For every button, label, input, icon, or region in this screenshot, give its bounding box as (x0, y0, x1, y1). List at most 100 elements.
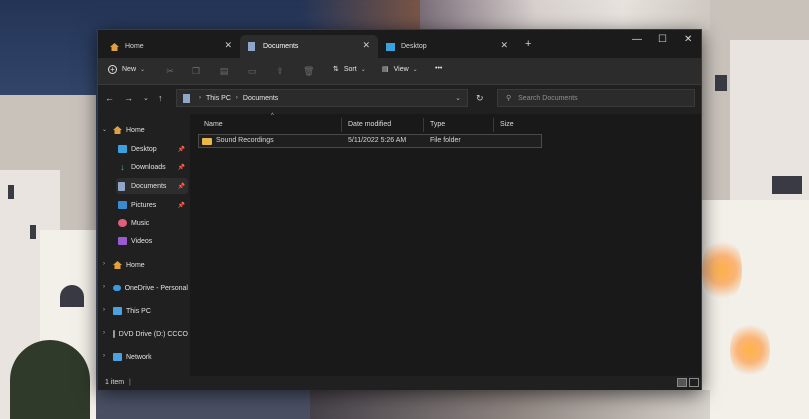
sidebar-item-videos[interactable]: Videos (118, 233, 188, 249)
sidebar-item-documents[interactable]: Documents 📌 (116, 178, 188, 194)
download-icon: ↓ (120, 162, 125, 172)
wallpaper-window (772, 176, 802, 194)
wallpaper-building (702, 200, 809, 419)
tab-label: Documents (263, 43, 299, 50)
delete-icon[interactable]: 🗑 (303, 66, 314, 76)
home-icon (110, 42, 119, 51)
sidebar-item-network[interactable]: Network (113, 349, 185, 365)
maximize-button[interactable]: ☐ (658, 34, 667, 45)
view-button[interactable]: ▤ View ⌄ (382, 65, 418, 74)
wallpaper-window (715, 75, 727, 91)
copy-icon[interactable]: ❐ (191, 66, 201, 76)
pc-icon (113, 307, 122, 315)
chevron-right-icon[interactable]: › (103, 307, 105, 313)
paste-icon[interactable]: ▤ (219, 66, 229, 76)
up-button[interactable]: ↑ (158, 93, 163, 103)
title-bar: Home ✕ Documents ✕ Desktop ✕ + — ☐ ✕ (98, 30, 701, 58)
folder-icon (202, 138, 212, 145)
status-divider: | (129, 379, 131, 386)
sidebar-item-label: Music (131, 219, 150, 227)
chevron-down-icon: ⌄ (360, 66, 366, 73)
chevron-right-icon[interactable]: › (103, 261, 105, 267)
column-header-name[interactable]: Name (198, 118, 342, 132)
dvd-icon (113, 330, 115, 338)
wallpaper-palm (10, 340, 90, 419)
minimize-button[interactable]: — (632, 34, 642, 45)
sidebar-item-music[interactable]: Music (118, 215, 188, 231)
sidebar-item-label: This PC (126, 307, 151, 315)
view-icon: ▤ (382, 66, 389, 73)
back-button[interactable]: ← (105, 93, 114, 103)
tab-home[interactable]: Home ✕ (102, 35, 240, 58)
onedrive-icon (113, 285, 121, 291)
home-icon (113, 261, 122, 269)
column-header-size[interactable]: Size (494, 118, 542, 132)
new-tab-button[interactable]: + (525, 38, 531, 50)
command-bar: + New ⌄ ✂ ❐ ▤ ▭ ⇪ 🗑 ⇅ Sort ⌄ ▤ View ⌄ ••… (98, 58, 701, 85)
breadcrumb-this-pc[interactable]: This PC (206, 95, 231, 102)
new-button[interactable]: + New ⌄ (108, 65, 145, 74)
details-view-button[interactable] (677, 378, 687, 387)
sidebar-item-home[interactable]: Home (113, 122, 185, 138)
sidebar-item-downloads[interactable]: ↓ Downloads 📌 (118, 159, 188, 175)
chevron-down-icon[interactable]: ⌄ (102, 126, 107, 133)
recent-locations-button[interactable]: ⌄ (143, 94, 149, 102)
wallpaper-village (310, 390, 710, 419)
tiles-view-button[interactable] (689, 378, 699, 387)
close-window-button[interactable]: ✕ (684, 34, 692, 45)
sidebar-item-onedrive[interactable]: OneDrive - Personal (113, 280, 188, 296)
share-icon[interactable]: ⇪ (275, 66, 285, 76)
item-count: 1 item (105, 379, 125, 386)
sidebar-item-this-pc[interactable]: This PC (113, 303, 185, 319)
pin-icon: 📌 (177, 183, 185, 190)
sort-icon: ⇅ (333, 66, 339, 73)
address-bar-row: ← → ⌄ ↑ › This PC › Documents ⌄ ↻ ⚲ Sear… (98, 85, 701, 112)
chevron-right-icon[interactable]: › (103, 353, 105, 359)
forward-button[interactable]: → (124, 93, 133, 103)
sidebar-item-dvd-drive[interactable]: DVD Drive (D:) CCCO (113, 326, 188, 342)
chevron-down-icon: ⌄ (412, 66, 418, 73)
address-bar[interactable]: › This PC › Documents ⌄ (176, 89, 468, 107)
wallpaper-window (30, 225, 36, 239)
network-icon (113, 353, 122, 361)
rename-icon[interactable]: ▭ (247, 66, 257, 76)
table-row[interactable]: Sound Recordings 5/11/2022 5:26 AM File … (198, 134, 542, 148)
sidebar-item-pictures[interactable]: Pictures 📌 (118, 197, 188, 213)
wallpaper-light (702, 235, 742, 305)
documents-icon (118, 181, 125, 191)
new-label: New (122, 66, 137, 73)
sidebar-item-label: Home (126, 261, 145, 269)
videos-icon (118, 237, 127, 245)
wallpaper-light (730, 320, 770, 380)
sidebar-item-label: Videos (131, 237, 153, 245)
sidebar-item-label: DVD Drive (D:) CCCO (118, 330, 188, 338)
pin-icon: 📌 (177, 146, 185, 153)
breadcrumb-documents[interactable]: Documents (243, 95, 278, 102)
refresh-button[interactable]: ↻ (476, 93, 484, 104)
sidebar-item-home-root[interactable]: Home (113, 257, 185, 273)
tab-label: Home (125, 43, 144, 50)
column-header-type[interactable]: Type (424, 118, 494, 132)
file-list: ^ Name Date modified Type Size Sound Rec… (190, 113, 701, 376)
file-date: 5/11/2022 5:26 AM (348, 137, 407, 144)
tab-desktop[interactable]: Desktop ✕ (378, 35, 516, 58)
chevron-down-icon[interactable]: ⌄ (455, 94, 461, 102)
sidebar-item-desktop[interactable]: Desktop 📌 (118, 141, 188, 157)
search-input[interactable]: ⚲ Search Documents (497, 89, 695, 107)
sidebar-item-label: OneDrive - Personal (124, 284, 188, 292)
sort-button[interactable]: ⇅ Sort ⌄ (333, 65, 366, 74)
tab-documents[interactable]: Documents ✕ (240, 35, 378, 58)
close-tab-icon[interactable]: ✕ (500, 40, 508, 51)
see-more-button[interactable]: ••• (435, 65, 442, 72)
chevron-right-icon[interactable]: › (103, 330, 105, 336)
sidebar-item-label: Network (126, 353, 152, 361)
file-type: File folder (430, 137, 461, 144)
cut-icon[interactable]: ✂ (165, 66, 175, 76)
close-tab-icon[interactable]: ✕ (224, 40, 232, 51)
column-header-date[interactable]: Date modified (342, 118, 424, 132)
home-icon (113, 126, 122, 134)
chevron-right-icon[interactable]: › (103, 284, 105, 290)
close-tab-icon[interactable]: ✕ (362, 40, 370, 51)
chevron-right-icon: › (199, 95, 201, 101)
search-icon: ⚲ (506, 95, 512, 102)
